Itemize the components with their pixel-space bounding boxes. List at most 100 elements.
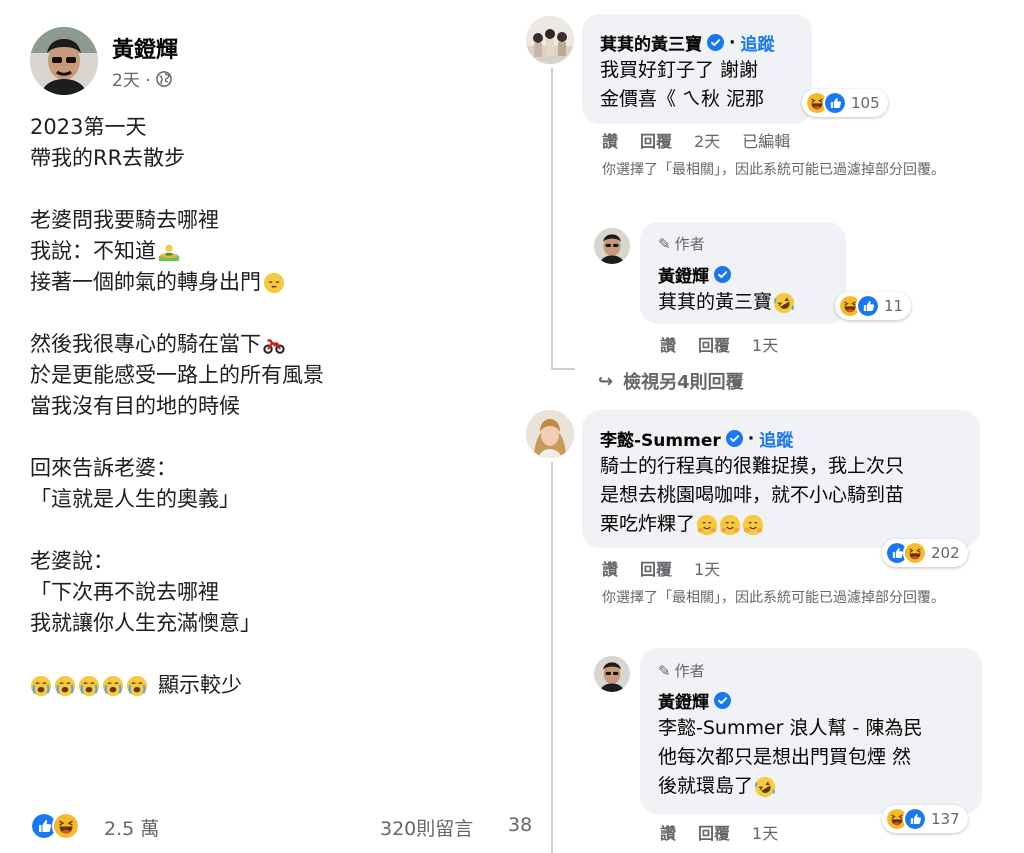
- verified-badge-icon: [714, 692, 731, 709]
- like-button[interactable]: 讚: [602, 128, 618, 152]
- post-line: 當我沒有目的地的時候: [30, 394, 240, 418]
- desert-emoji-icon: [158, 241, 180, 263]
- hugging-emoji-icon: [719, 514, 741, 536]
- hugging-emoji-icon: [742, 514, 764, 536]
- reply-author-name[interactable]: 黃鐙輝: [658, 688, 709, 713]
- like-reaction-icon: [823, 91, 847, 115]
- comment-time[interactable]: 2天: [694, 128, 720, 152]
- reply-text: 李懿-Summer 浪人幫 - 陳為民 他每次都只是想出門買包煙 然 後就環島了: [658, 717, 923, 798]
- reply-button[interactable]: 回覆: [698, 332, 730, 356]
- see-less-link[interactable]: 顯示較少: [158, 670, 242, 701]
- post-line: 2023第一天: [30, 115, 147, 139]
- author-tag-label: 作者: [674, 662, 705, 680]
- reaction-count: 202: [931, 544, 960, 562]
- commenter-avatar[interactable]: [526, 410, 574, 458]
- reply-button[interactable]: 回覆: [640, 128, 672, 152]
- crying-emoji-icon: [54, 675, 76, 697]
- crying-emoji-icon: [30, 675, 52, 697]
- post-footer: 2.5 萬 320則留言 38: [30, 808, 532, 844]
- post-line: 然後我很專心的騎在當下: [30, 329, 500, 360]
- globe-icon: [155, 70, 173, 88]
- comment-reactions[interactable]: 202: [882, 539, 968, 567]
- pensive-emoji-icon: [263, 272, 285, 294]
- mentioned-user[interactable]: 萁萁的黃三寶: [658, 288, 772, 317]
- edited-label: 已編輯: [742, 132, 791, 151]
- post-timestamp[interactable]: 2天 ·: [112, 66, 151, 91]
- author-tag-label: 作者: [674, 235, 705, 253]
- crying-emoji-icon: [126, 675, 148, 697]
- rofl-emoji-icon: [754, 776, 776, 798]
- post-line: 我說：不知道: [30, 236, 500, 267]
- verified-badge-icon: [714, 266, 731, 283]
- post-line: 於是更能感受一路上的所有風景: [30, 363, 324, 387]
- reaction-count: 105: [851, 94, 880, 112]
- verified-badge-icon: [707, 34, 724, 51]
- comment-actions: 讚 回覆 2天 已編輯: [602, 128, 790, 152]
- haha-reaction-icon: [52, 812, 80, 840]
- post-emoji-line: 顯示較少: [30, 670, 500, 701]
- pencil-icon: ✎: [658, 234, 671, 253]
- post: 黃鐙輝 2天 · 2023第一天 帶我的RR去散步 老婆問我要騎去哪裡 我說：不…: [0, 0, 532, 853]
- reply-author-avatar[interactable]: [594, 656, 630, 692]
- comment-text: 騎士的行程真的很難捉摸，我上次只 是想去桃園喝咖啡，就不小心騎到苗 栗吃炸粿了: [600, 455, 905, 536]
- comment-author-name[interactable]: 萁萁的黃三寶: [600, 30, 702, 55]
- verified-badge-icon: [726, 430, 743, 447]
- post-author-avatar[interactable]: [30, 27, 98, 95]
- reply-button[interactable]: 回覆: [698, 820, 730, 844]
- comment-time[interactable]: 1天: [694, 556, 720, 580]
- comment-author: 李懿-Summer · 追蹤: [600, 426, 793, 452]
- crying-emoji-icon: [78, 675, 100, 697]
- like-button[interactable]: 讚: [660, 332, 676, 356]
- reaction-count: 11: [884, 297, 904, 315]
- follow-button[interactable]: 追蹤: [740, 30, 774, 55]
- reply-text: 萁萁的黃三寶: [658, 288, 795, 317]
- post-author-name[interactable]: 黃鐙輝: [112, 32, 178, 64]
- post-line: 老婆說：: [30, 549, 114, 573]
- comments-section: 萁萁的黃三寶 · 追蹤 我買好釘子了 謝謝 金價喜《 ㄟ秋 泥那 105 讚 回…: [520, 0, 1024, 853]
- reply-time[interactable]: 1天: [752, 820, 778, 844]
- reply-author-name[interactable]: 黃鐙輝: [658, 262, 709, 287]
- reply-actions: 讚 回覆 1天: [660, 332, 778, 356]
- view-more-replies[interactable]: ↪ 檢視另4則回覆: [598, 368, 744, 394]
- like-button[interactable]: 讚: [602, 556, 618, 580]
- reply-time[interactable]: 1天: [752, 332, 778, 356]
- reply-author-avatar[interactable]: [594, 228, 630, 264]
- post-comment-count[interactable]: 320則留言: [380, 814, 473, 841]
- post-line: 「這就是人生的奧義」: [30, 487, 240, 511]
- reply-arrow-icon: ↪: [598, 370, 614, 392]
- commenter-avatar[interactable]: [526, 16, 574, 64]
- reply-reactions[interactable]: 11: [835, 292, 912, 320]
- separator-dot: ·: [747, 428, 755, 449]
- post-reaction-count[interactable]: 2.5 萬: [104, 814, 159, 841]
- author-tag: ✎ 作者: [658, 660, 705, 681]
- post-line: 我就讓你人生充滿懊意」: [30, 611, 261, 635]
- comment-text: 我買好釘子了 謝謝 金價喜《 ㄟ秋 泥那: [600, 59, 765, 110]
- reply-thread-line: [551, 368, 575, 370]
- reply-button[interactable]: 回覆: [640, 556, 672, 580]
- reply-thread-line: [551, 68, 553, 370]
- crying-emoji-icon: [102, 675, 124, 697]
- hugging-emoji-icon: [696, 514, 718, 536]
- like-reaction-icon: [856, 294, 880, 318]
- comment-reactions[interactable]: 105: [802, 89, 888, 117]
- post-line: 帶我的RR去散步: [30, 146, 186, 170]
- reply-reactions[interactable]: 137: [882, 805, 968, 833]
- post-line: 接著一個帥氣的轉身出門: [30, 267, 500, 298]
- comment-author-name[interactable]: 李懿-Summer: [600, 426, 721, 451]
- separator-dot: ·: [729, 32, 736, 53]
- post-body: 2023第一天 帶我的RR去散步 老婆問我要騎去哪裡 我說：不知道 接著一個帥氣…: [30, 112, 500, 701]
- like-button[interactable]: 讚: [660, 820, 676, 844]
- pencil-icon: ✎: [658, 661, 671, 680]
- filter-notice: 你選擇了「最相關」，因此系統可能已過濾掉部分回覆。: [602, 590, 945, 606]
- follow-button[interactable]: 追蹤: [759, 426, 793, 451]
- reply-actions: 讚 回覆 1天: [660, 820, 778, 844]
- reply-author: 黃鐙輝: [658, 688, 731, 713]
- reaction-count: 137: [931, 810, 960, 828]
- motorcycle-emoji-icon: [263, 334, 285, 356]
- post-reaction-icons[interactable]: [30, 812, 90, 840]
- view-more-label: 檢視另4則回覆: [623, 372, 744, 393]
